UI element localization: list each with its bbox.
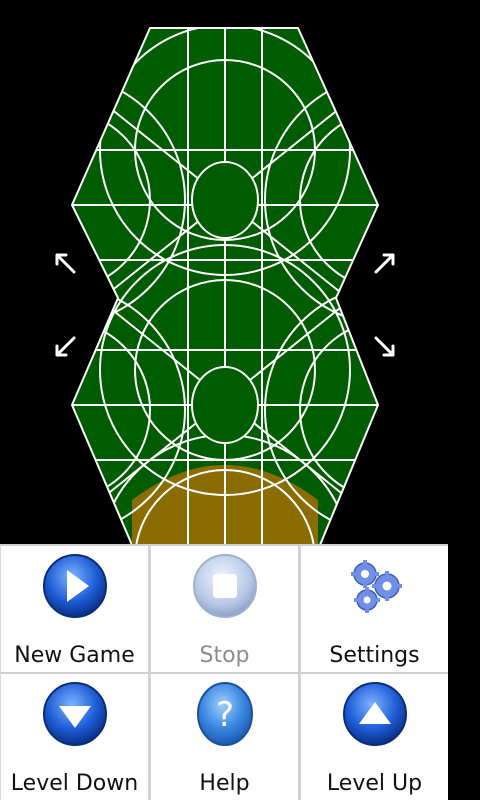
level-up-label: Level Up (326, 771, 423, 796)
new-game-button[interactable]: New Game (0, 546, 148, 672)
stop-label: Stop (199, 643, 250, 668)
arrow-up-left-icon[interactable] (52, 250, 78, 276)
arrow-down-left-icon[interactable] (52, 334, 78, 360)
arrow-down-right-icon[interactable] (372, 334, 398, 360)
level-down-label: Level Down (10, 771, 139, 796)
arrow-up-icon (342, 682, 407, 746)
options-menu: New Game Stop Settings Level Down ? Help… (0, 544, 448, 800)
help-button[interactable]: ? Help (150, 674, 298, 800)
question-icon: ? (196, 682, 253, 746)
level-down-button[interactable]: Level Down (0, 674, 148, 800)
settings-button[interactable]: Settings (300, 546, 448, 672)
play-icon (42, 554, 107, 618)
level-up-button[interactable]: Level Up (300, 674, 448, 800)
gears-icon (350, 560, 402, 613)
stop-icon (192, 554, 257, 618)
center-cell-top (191, 161, 259, 239)
settings-label: Settings (329, 643, 420, 668)
new-game-label: New Game (14, 643, 135, 668)
arrow-down-icon (42, 682, 107, 746)
center-cell-bottom (191, 366, 259, 444)
svg-text:?: ? (215, 695, 233, 735)
stop-button[interactable]: Stop (150, 546, 298, 672)
help-label: Help (199, 771, 250, 796)
arrow-up-right-icon[interactable] (372, 250, 398, 276)
